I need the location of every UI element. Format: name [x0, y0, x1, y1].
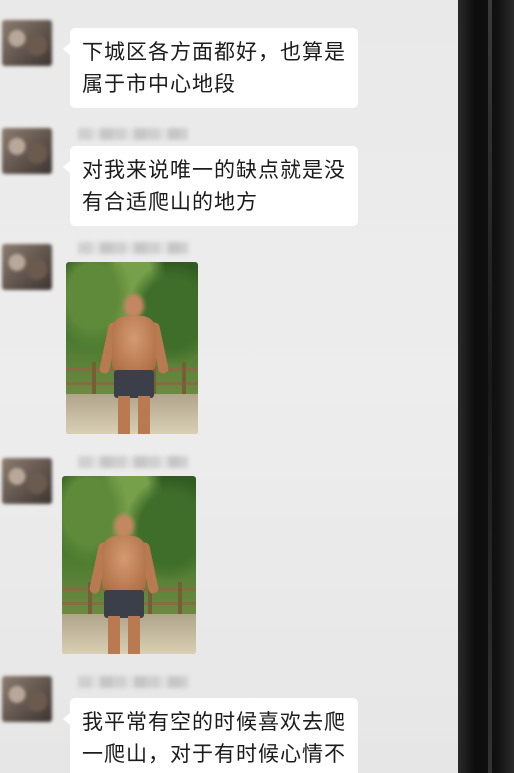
message-line: 属于市中心地段: [82, 72, 236, 96]
shirtless-hiker-photo[interactable]: [62, 476, 196, 654]
avatar[interactable]: [2, 244, 52, 290]
blurred-face: [124, 294, 144, 318]
avatar[interactable]: [2, 676, 52, 722]
message-line: 一爬山，对于有时候心情不: [82, 742, 346, 766]
sender-name-blurred: [78, 128, 188, 140]
message-line: 下城区各方面都好，也算是: [82, 40, 346, 64]
blurred-face: [114, 514, 134, 538]
phone-bezel: [458, 0, 514, 773]
message-line: 对我来说唯一的缺点就是没: [82, 158, 346, 182]
person-figure: [98, 294, 170, 434]
avatar[interactable]: [2, 458, 52, 504]
sender-name-blurred: [78, 242, 188, 254]
person-figure: [88, 514, 160, 654]
text-bubble[interactable]: 我平常有空的时候喜欢去爬 一爬山，对于有时候心情不: [63, 698, 358, 773]
text-bubble[interactable]: 对我来说唯一的缺点就是没 有合适爬山的地方: [63, 146, 358, 226]
message-line: 有合适爬山的地方: [82, 190, 258, 214]
chat-screen: 下城区各方面都好，也算是 属于市中心地段 对我来说唯一的缺点就是没 有合适爬山的…: [0, 0, 458, 773]
shirtless-hiker-photo[interactable]: [66, 262, 198, 434]
text-bubble[interactable]: 下城区各方面都好，也算是 属于市中心地段: [63, 28, 358, 108]
message-line: 我平常有空的时候喜欢去爬: [82, 710, 346, 734]
sender-name-blurred: [78, 456, 188, 468]
avatar[interactable]: [2, 128, 52, 174]
avatar[interactable]: [2, 20, 52, 66]
sender-name-blurred: [78, 676, 188, 688]
